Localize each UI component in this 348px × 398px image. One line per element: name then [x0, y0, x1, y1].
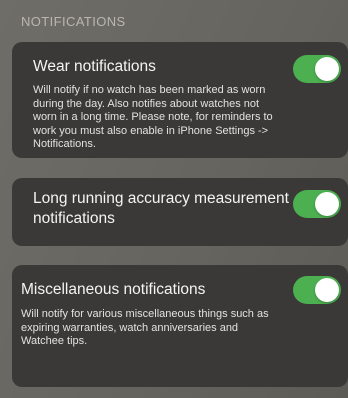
- accuracy-notifications-title-line1: Long running accuracy measurement: [33, 190, 289, 207]
- wear-notifications-title: Wear notifications: [33, 58, 156, 75]
- toggle-knob: [315, 57, 339, 81]
- wear-notifications-description: Will notify if no watch has been marked …: [33, 84, 273, 150]
- wear-notifications-toggle[interactable]: [293, 55, 341, 83]
- toggle-knob: [315, 192, 339, 216]
- toggle-knob: [315, 278, 339, 302]
- misc-notifications-description: Will notify for various miscellaneous th…: [21, 308, 269, 347]
- misc-notifications-toggle[interactable]: [293, 276, 341, 304]
- wear-notifications-card: Wear notifications Will notify if no wat…: [12, 42, 348, 158]
- misc-notifications-title: Miscellaneous notifications: [21, 281, 206, 298]
- accuracy-notifications-card: Long running accuracy measurement notifi…: [12, 178, 348, 246]
- misc-notifications-card: Miscellaneous notifications Will notify …: [12, 265, 348, 387]
- notifications-settings-sheet: NOTIFICATIONS Wear notifications Will no…: [0, 0, 348, 398]
- accuracy-notifications-toggle[interactable]: [293, 190, 341, 218]
- section-header: NOTIFICATIONS: [21, 14, 126, 29]
- accuracy-notifications-title-line2: notifications: [33, 210, 115, 227]
